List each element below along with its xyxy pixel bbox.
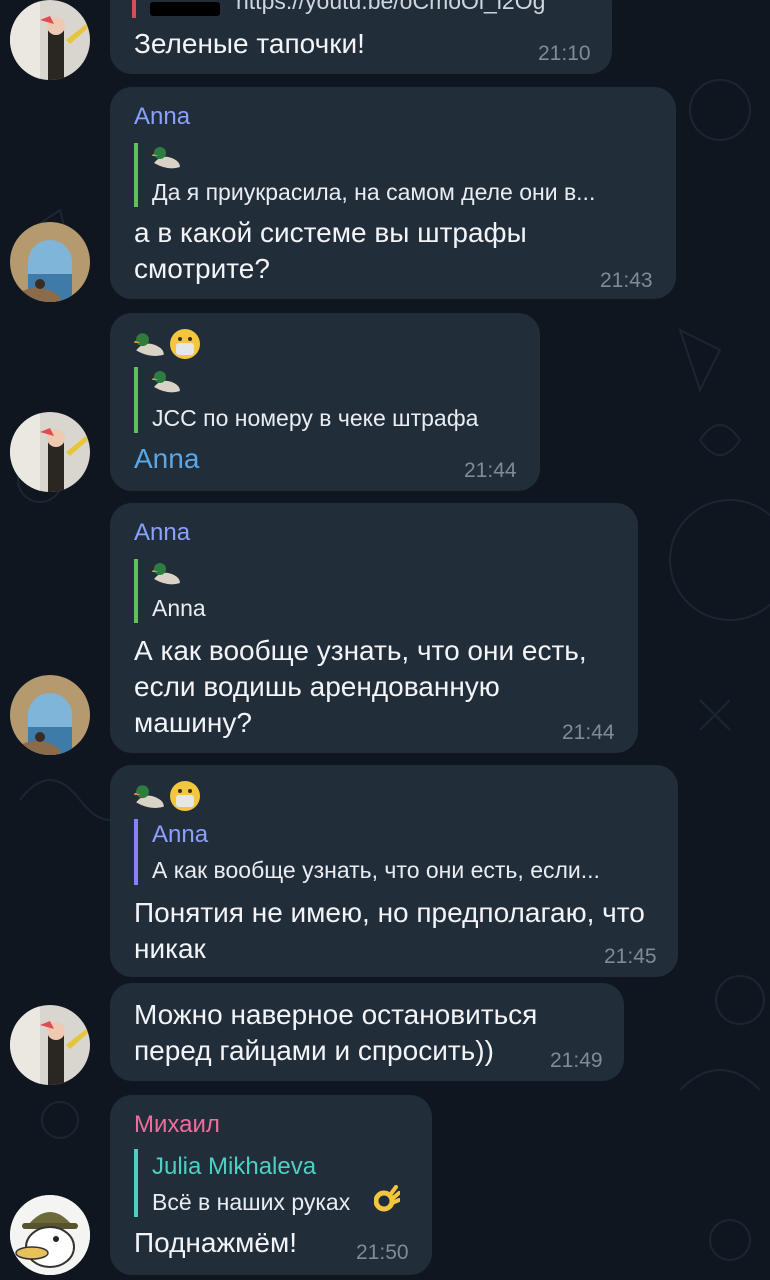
avatar-sender-6[interactable] [10, 1005, 90, 1085]
reply-preview[interactable]: JCC по номеру в чеке штрафа [134, 367, 534, 433]
message-text: А как вообще узнать, что они есть, если … [134, 635, 587, 738]
message-bubble-3[interactable]: JCC по номеру в чеке штрафа Anna 21:44 [110, 313, 540, 491]
message-text: а в какой системе вы штрафы смотрите? [134, 217, 527, 284]
message-bubble-2[interactable]: Anna Да я приукрасила, на самом деле они… [110, 87, 676, 299]
photo-girl-icon [10, 1005, 90, 1085]
reply-sender-name: Anna [152, 821, 209, 848]
duck-hat-avatar-icon [10, 1195, 90, 1275]
message-text: Можно наверное остановиться перед гайцам… [134, 999, 538, 1066]
reply-text: Anna [152, 595, 206, 621]
sender-name[interactable]: Anna [134, 519, 190, 547]
photo-girl-icon [10, 0, 90, 80]
duck-icon [152, 147, 180, 169]
reply-text: Да я приукрасила, на самом деле они в... [152, 179, 596, 205]
mention-link[interactable]: Anna [134, 441, 199, 477]
message-time: 21:45 [604, 945, 657, 968]
message-text: Зеленые тапочки! [134, 28, 365, 59]
reply-preview[interactable]: https://youtu.be/oCmoOl_i2Og [132, 0, 592, 18]
message-time: 21:44 [464, 459, 517, 482]
message-time: 21:43 [600, 269, 653, 292]
avatar-sender-4[interactable] [10, 675, 90, 755]
message-bubble-5[interactable]: Anna А как вообще узнать, что они есть, … [110, 765, 678, 977]
link-thumbnail [150, 2, 220, 16]
sender-name[interactable]: Михаил [134, 1111, 220, 1139]
reply-preview[interactable]: Да я приукрасила, на самом деле они в... [134, 143, 664, 207]
message-bubble-4[interactable]: Anna Anna А как вообще узнать, что они е… [110, 503, 638, 753]
reply-text: А как вообще узнать, что они есть, если.… [152, 857, 600, 883]
robot-face-icon [170, 329, 200, 359]
message-time: 21:10 [538, 42, 591, 65]
message-text: Поднажмём! [134, 1227, 298, 1258]
duck-icon [134, 785, 164, 809]
duck-icon [152, 371, 180, 393]
avatar-sender-3[interactable] [10, 412, 90, 492]
avatar-sender-7[interactable] [10, 1195, 90, 1275]
message-bubble-7[interactable]: Михаил Julia Mikhaleva Всё в наших руках… [110, 1095, 432, 1275]
reply-text: JCC по номеру в чеке штрафа [152, 405, 479, 431]
message-text: Понятия не имею, но предполагаю, что ник… [134, 897, 645, 964]
reply-preview[interactable]: Anna А как вообще узнать, что они есть, … [134, 819, 664, 885]
message-bubble-1[interactable]: https://youtu.be/oCmoOl_i2Og Зеленые тап… [110, 0, 612, 74]
robot-face-icon [170, 781, 200, 811]
ok-hand-icon [374, 1185, 400, 1212]
reply-preview[interactable]: Anna [134, 559, 614, 623]
avatar-sender-1[interactable] [10, 0, 90, 80]
message-time: 21:49 [550, 1049, 603, 1072]
photo-arch-icon [10, 222, 90, 302]
duck-icon [134, 333, 164, 357]
reply-text: Всё в наших руках [152, 1189, 351, 1215]
reply-text: https://youtu.be/oCmoOl_i2Og [236, 0, 546, 14]
photo-arch-icon [10, 675, 90, 755]
avatar-sender-2[interactable] [10, 222, 90, 302]
sender-name[interactable]: Anna [134, 103, 190, 131]
message-time: 21:44 [562, 721, 615, 744]
duck-icon [152, 563, 180, 585]
photo-girl-icon [10, 412, 90, 492]
message-bubble-6[interactable]: Можно наверное остановиться перед гайцам… [110, 983, 624, 1081]
reply-preview[interactable]: Julia Mikhaleva Всё в наших руках [134, 1149, 424, 1217]
message-time: 21:50 [356, 1241, 409, 1264]
reply-sender-name: Julia Mikhaleva [152, 1153, 317, 1180]
